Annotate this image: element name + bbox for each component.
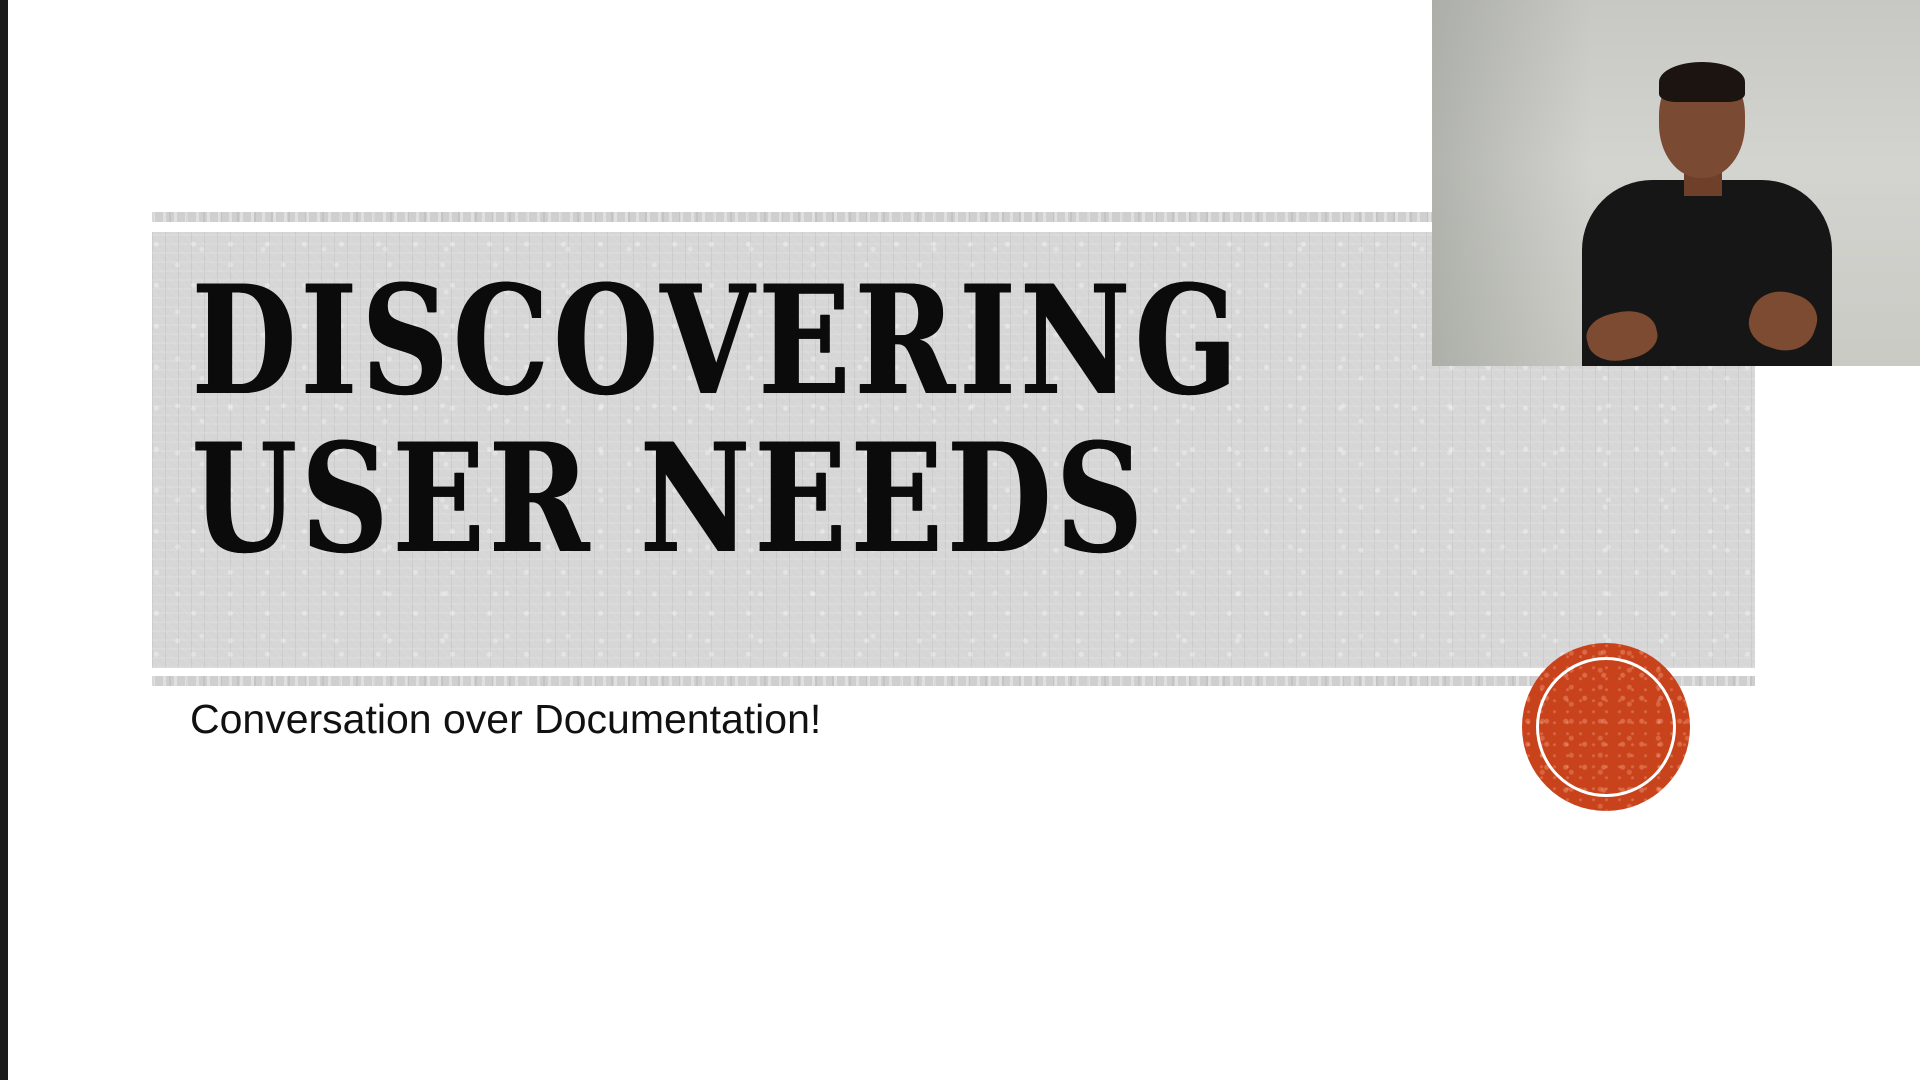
slide-title: DISCOVERING USER NEEDS xyxy=(192,253,1243,587)
accent-circle-ring xyxy=(1536,657,1676,797)
window-left-edge xyxy=(0,0,8,1080)
presenter-hair xyxy=(1659,62,1745,102)
slide-subtitle: Conversation over Documentation! xyxy=(190,696,822,742)
accent-circle-icon xyxy=(1522,643,1690,811)
title-band-bottom-rule xyxy=(152,676,1755,686)
webcam-background-shade xyxy=(1432,0,1592,366)
presentation-slide: DISCOVERING USER NEEDS Conversation over… xyxy=(0,0,1920,1080)
presenter-webcam-overlay xyxy=(1432,0,1920,366)
